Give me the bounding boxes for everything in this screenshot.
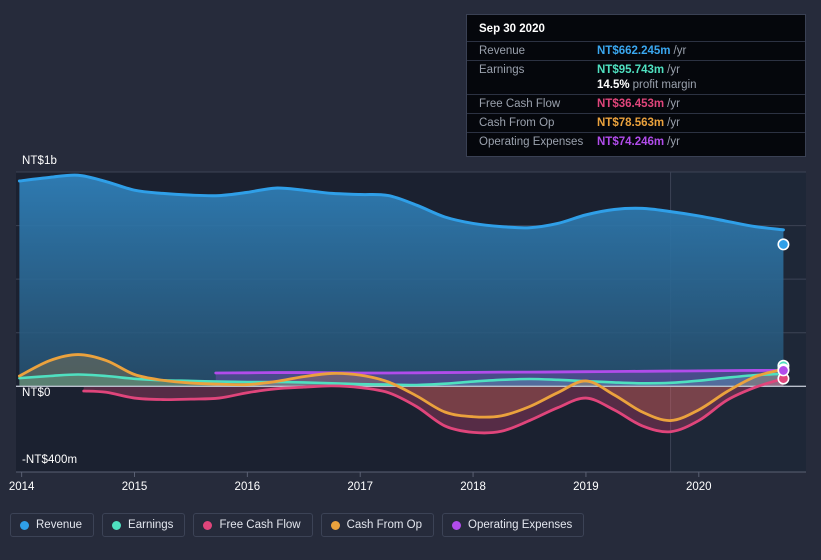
x-axis-tick-2015: 2015: [121, 481, 148, 493]
tooltip-row-value-group: NT$95.743m/yr: [597, 64, 680, 76]
legend-color-dot-icon: [20, 520, 29, 530]
legend-item-earnings[interactable]: Earnings: [102, 513, 186, 537]
tooltip-row-unit: profit margin: [632, 79, 697, 91]
legend-color-dot-icon: [203, 520, 213, 530]
tooltip-row-unit: /yr: [667, 136, 680, 148]
tooltip-row-value-group: NT$662.245m/yr: [597, 45, 686, 57]
tooltip-row-value: NT$95.743m: [597, 64, 665, 76]
legend-item-label: Operating Expenses: [468, 519, 573, 531]
tooltip-row-label: Earnings: [479, 64, 525, 76]
tooltip-row: 14.5% profit margin: [467, 79, 805, 94]
x-axis-tick-2014: 2014: [8, 481, 35, 493]
tooltip-row-value-group: 14.5% profit margin: [597, 79, 697, 91]
legend-item-label: Earnings: [128, 519, 174, 531]
tooltip-rows: Revenue NT$662.245m/yr Earnings NT$95.743m /…: [467, 41, 805, 151]
tooltip-row-value-group: NT$78.563m/yr: [597, 117, 680, 129]
tooltip-row-unit: /yr: [667, 64, 680, 76]
legend-item-label: Cash From Op: [346, 519, 423, 531]
x-axis-tick-2019: 2019: [573, 481, 599, 493]
legend-item-revenue[interactable]: Revenue: [10, 513, 95, 537]
tooltip-row-unit: /yr: [673, 45, 687, 57]
tooltip-row-value: NT$36.453m: [597, 98, 665, 110]
tooltip-row-value-group: NT$74.246m/yr: [597, 136, 680, 148]
legend-color-dot-icon: [452, 520, 462, 530]
chart-legend: Revenue Earnings Free Cash Flow Cash From O…: [10, 513, 585, 537]
legend-item-label: Revenue: [36, 519, 83, 531]
tooltip-row: Free Cash Flow NT$36.453m/yr: [467, 94, 805, 113]
tooltip-row-label: Revenue: [479, 45, 526, 57]
tooltip-row-unit: /yr: [667, 98, 680, 110]
y-axis-label-zero: NT$0: [22, 387, 51, 399]
tooltip-row-value-group: NT$36.453m/yr: [597, 98, 680, 110]
tooltip-row-label: Free Cash Flow: [479, 98, 561, 110]
x-axis-tick-2016: 2016: [234, 481, 261, 493]
tooltip-row-label: Operating Expenses: [479, 136, 584, 148]
legend-item-free-cash-flow[interactable]: Free Cash Flow: [193, 513, 313, 537]
endpoint-operating-expenses: [777, 364, 790, 377]
tooltip-row-label: Cash From Op: [479, 117, 555, 129]
x-axis-tick-2020: 2020: [685, 481, 712, 493]
tooltip-row-unit: /yr: [667, 117, 680, 129]
tooltip-row: Cash From Op NT$78.563m/yr: [467, 113, 805, 132]
tooltip-row-value: NT$74.246m: [597, 136, 665, 148]
y-axis-label-top: NT$1b: [22, 155, 58, 167]
legend-item-operating-expenses[interactable]: Operating Expenses: [442, 513, 585, 537]
legend-color-dot-icon: [330, 520, 340, 530]
tooltip-row: Operating Expenses NT$74.246m/yr: [467, 132, 805, 151]
tooltip-row-value: NT$78.563m: [597, 117, 665, 129]
data-tooltip: Sep 30 2020 Revenue NT$662.245m/yr Earning…: [466, 14, 806, 157]
tooltip-date: Sep 30 2020: [479, 23, 545, 35]
tooltip-row-value: NT$662.245m: [597, 45, 671, 57]
legend-color-dot-icon: [112, 520, 122, 530]
legend-item-cash-from-op[interactable]: Cash From Op: [320, 513, 435, 537]
chart-page: NT$1b NT$0 -NT$400m 2014 2015 2016 2017 2018…: [0, 0, 821, 560]
endpoint-revenue: [777, 238, 790, 251]
tooltip-row-value: 14.5%: [597, 79, 630, 91]
legend-item-label: Free Cash Flow: [219, 519, 301, 531]
y-axis-label-bottom: -NT$400m: [22, 454, 78, 466]
tooltip-row: Revenue NT$662.245m/yr: [467, 41, 805, 60]
x-axis-tick-2017: 2017: [347, 481, 373, 493]
tooltip-row: Earnings NT$95.743m/yr: [467, 60, 805, 79]
x-axis-tick-2018: 2018: [460, 481, 486, 493]
